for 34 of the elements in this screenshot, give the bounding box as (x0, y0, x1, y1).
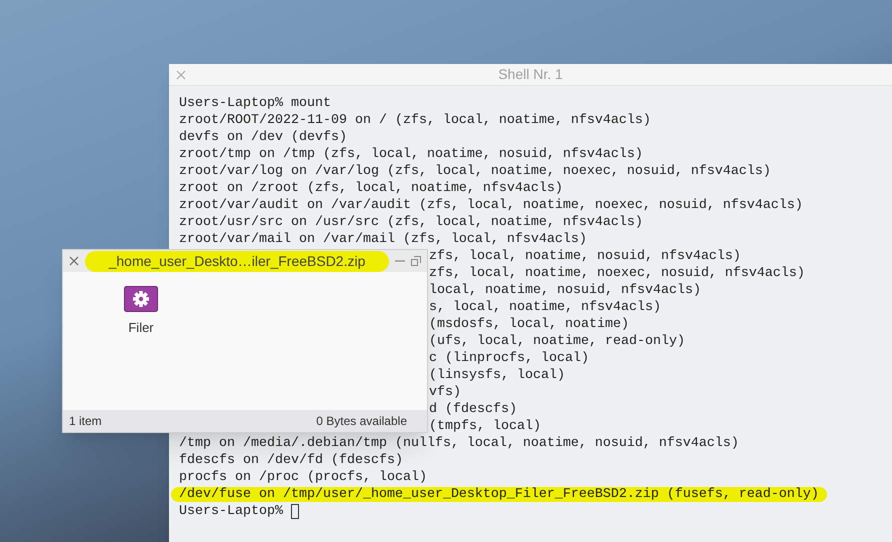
terminal-line: zroot/tmp on /tmp (zfs, local, noatime, nosuid, nfsv4acls) (179, 147, 643, 162)
terminal-line: zroot/usr/src on /usr/src (zfs, local, noatime, nfsv4acls) (179, 215, 643, 230)
terminal-line: vfs) (429, 385, 461, 400)
maximize-icon[interactable] (411, 256, 421, 266)
file-item[interactable]: Filer (113, 286, 169, 410)
terminal-cursor (290, 504, 299, 519)
terminal-line: (tmpfs, local) (429, 419, 541, 434)
terminal-line: devfs on /dev (devfs) (179, 130, 347, 145)
terminal-line: s, local, noatime, nfsv4acls) (429, 300, 661, 315)
terminal-line: c (linprocfs, local) (429, 351, 589, 366)
terminal-line: zfs, local, noatime, noexec, nosuid, nfsv4acls) (429, 266, 805, 281)
terminal-line: procfs on /proc (procfs, local) (179, 470, 427, 485)
close-icon[interactable] (176, 70, 186, 80)
item-count: 1 item (69, 413, 102, 430)
terminal-line: (ufs, local, noatime, read-only) (429, 334, 685, 349)
terminal-line: zroot/var/audit on /var/audit (zfs, local, noatime, noexec, nosuid, nfsv4acls) (179, 198, 803, 213)
terminal-line: local, noatime, nosuid, nfsv4acls) (429, 283, 701, 298)
terminal-line: zroot/var/mail on /var/mail (zfs, local, nfsv4acls) (179, 232, 587, 247)
terminal-line: (linsysfs, local) (429, 368, 565, 383)
terminal-line: zfs, local, noatime, nosuid, nfsv4acls) (429, 249, 741, 264)
window-title: _home_user_Deskto…iler_FreeBSD2.zip (85, 250, 389, 272)
terminal-line: (msdosfs, local, noatime) (429, 317, 629, 332)
terminal-line: zroot/var/log on /var/log (zfs, local, noatime, noexec, nosuid, nfsv4acls) (179, 164, 771, 179)
terminal-prompt: Users-Laptop% (179, 503, 283, 520)
close-icon[interactable] (69, 256, 79, 266)
terminal-line: d (fdescfs) (429, 402, 517, 417)
terminal-line: Users-Laptop% mount (179, 96, 331, 111)
terminal-line: /tmp on /media/.debian/tmp (nullfs, local, noatime, nosuid, nfsv4acls) (179, 436, 739, 451)
window-title: Shell Nr. 1 (498, 65, 563, 84)
gear-icon (124, 286, 158, 312)
terminal-line: zroot/ROOT/2022-11-09 on / (zfs, local, noatime, nfsv4acls) (179, 113, 651, 128)
terminal-line: fdescfs on /dev/fd (fdescfs) (179, 453, 403, 468)
terminal-line: zroot on /zroot (zfs, local, noatime, nfsv4acls) (179, 181, 563, 196)
free-space: 0 Bytes available (316, 413, 407, 430)
